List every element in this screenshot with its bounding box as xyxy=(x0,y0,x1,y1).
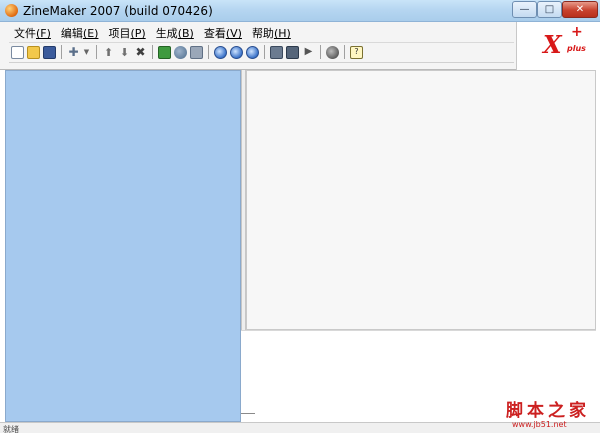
tree-icon[interactable] xyxy=(270,45,283,59)
status-text: 就绪 xyxy=(3,425,40,433)
play-icon[interactable]: ▶ xyxy=(302,46,315,59)
watermark: 脚本之家 www.jb51.net xyxy=(504,394,600,433)
close-button[interactable]: ✕ xyxy=(562,1,598,18)
tree-settings-icon[interactable] xyxy=(286,45,299,59)
status-panel xyxy=(80,424,98,433)
minimize-button[interactable]: — xyxy=(512,1,537,18)
workspace: 就绪 xyxy=(0,70,600,433)
help-icon[interactable]: ? xyxy=(350,45,363,59)
menu-edit[interactable]: 编辑(E) xyxy=(56,27,104,42)
logo-plus: + xyxy=(571,24,583,40)
pane-footer-line xyxy=(241,413,255,414)
menu-file[interactable]: 文件(F) xyxy=(9,27,56,42)
menu-project[interactable]: 项目(P) xyxy=(103,27,150,42)
zoom-fit-icon[interactable] xyxy=(246,45,259,59)
menu-build[interactable]: 生成(B) xyxy=(151,27,199,42)
new-file-icon[interactable] xyxy=(11,45,24,59)
command-area: 文件(F) 编辑(E) 项目(P) 生成(B) 查看(V) 帮助(H) ✚ ▼ … xyxy=(0,22,600,70)
toolbar-separator xyxy=(96,45,97,59)
window-title: ZineMaker 2007 (build 070426) xyxy=(23,4,213,18)
add-icon[interactable]: ✚ xyxy=(67,46,80,59)
project-tree-pane[interactable] xyxy=(5,70,241,422)
move-down-icon[interactable]: ⬇ xyxy=(118,46,131,59)
toolbar-separator xyxy=(344,45,345,59)
logo-x: X xyxy=(543,30,562,59)
title-bar[interactable]: ZineMaker 2007 (build 070426) — □ ✕ xyxy=(0,0,600,22)
toolbar: ✚ ▼ ⬆ ⬇ ✖ ▶ ? xyxy=(11,43,366,61)
open-folder-icon[interactable] xyxy=(27,45,40,59)
logo-area: X + plus xyxy=(516,22,600,70)
maximize-button[interactable]: □ xyxy=(537,1,562,18)
watermark-text: 脚本之家 xyxy=(506,401,590,421)
toolbar-separator xyxy=(61,45,62,59)
toolbar-separator xyxy=(320,45,321,59)
toolbar-separator xyxy=(264,45,265,59)
toolbar-divider xyxy=(9,62,514,63)
menu-bar: 文件(F) 编辑(E) 项目(P) 生成(B) 查看(V) 帮助(H) xyxy=(9,27,296,42)
toolbar-separator xyxy=(208,45,209,59)
menu-view[interactable]: 查看(V) xyxy=(199,27,247,42)
preview-pane[interactable] xyxy=(246,70,596,330)
logo-sub: plus xyxy=(567,44,586,53)
watermark-url: www.jb51.net xyxy=(512,420,567,429)
app-icon xyxy=(5,4,18,17)
zoom-in-icon[interactable] xyxy=(214,45,227,59)
menu-help[interactable]: 帮助(H) xyxy=(247,27,296,42)
dropdown-arrow-icon[interactable]: ▼ xyxy=(83,46,90,59)
toolbar-separator xyxy=(152,45,153,59)
globe-icon[interactable] xyxy=(174,45,187,59)
move-up-icon[interactable]: ⬆ xyxy=(102,46,115,59)
record-icon[interactable] xyxy=(326,45,339,59)
delete-icon[interactable]: ✖ xyxy=(134,46,147,59)
music-icon[interactable] xyxy=(190,45,203,59)
save-icon[interactable] xyxy=(43,45,56,59)
image-icon[interactable] xyxy=(158,45,171,59)
zoom-out-icon[interactable] xyxy=(230,45,243,59)
